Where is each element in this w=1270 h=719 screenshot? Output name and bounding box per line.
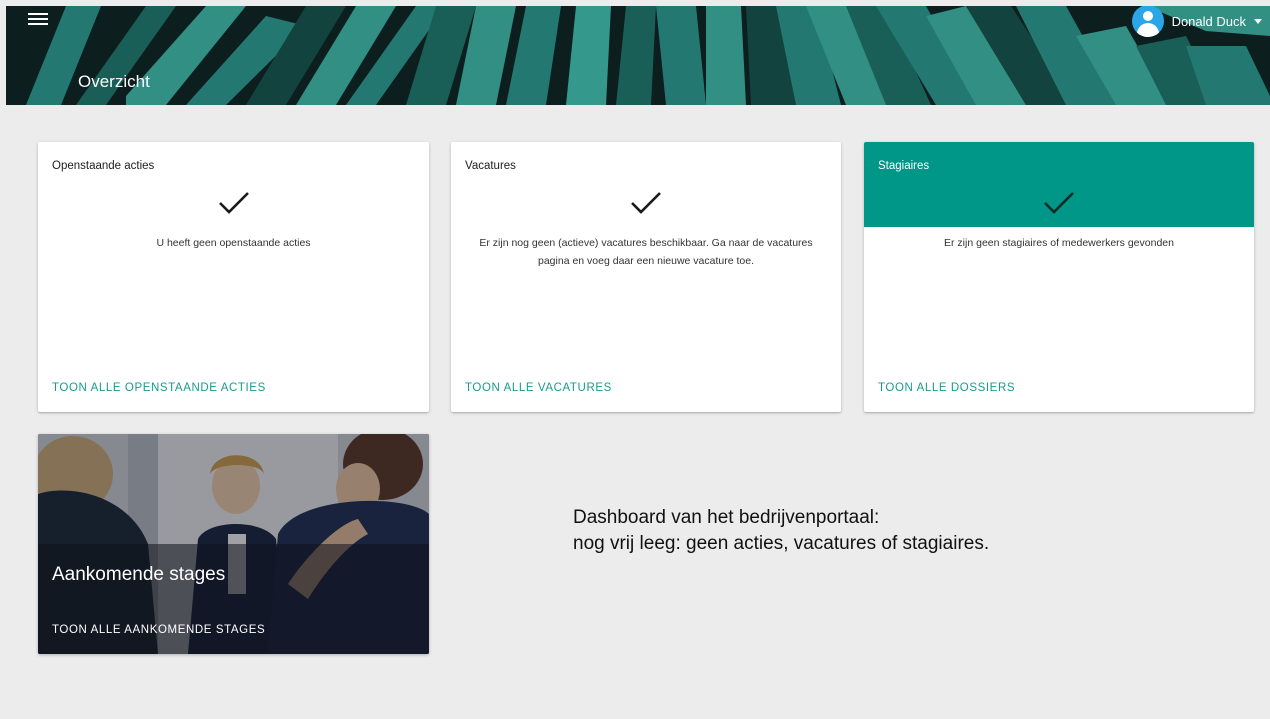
checkmark-icon [1044, 192, 1074, 214]
card-title: Vacatures [465, 160, 516, 172]
card-stagiaires: Stagiaires Er zijn geen stagiaires of me… [864, 142, 1254, 412]
meeting-photo-image [38, 434, 429, 654]
annotation-line-1: Dashboard van het bedrijvenportaal: [573, 507, 880, 528]
card-title: Aankomende stages [52, 564, 226, 585]
annotation-line-2: nog vrij leeg: geen acties, vacatures of… [573, 533, 990, 554]
hamburger-menu-icon[interactable] [28, 10, 48, 28]
card-title: Stagiaires [878, 160, 930, 172]
page-title: Overzicht [78, 72, 150, 91]
dashboard-page: Overzicht Donald Duck Openstaande acties… [0, 0, 1270, 719]
card-title: Openstaande acties [52, 160, 155, 172]
user-avatar-icon [1131, 6, 1164, 37]
show-all-upcoming-internships-link[interactable]: TOON ALLE AANKOMENDE STAGES [52, 624, 265, 636]
card-vacatures: Vacatures Er zijn nog geen (actieve) vac… [451, 142, 841, 412]
show-all-dossiers-link[interactable]: TOON ALLE DOSSIERS [878, 382, 1015, 394]
show-all-vacancies-link[interactable]: TOON ALLE VACATURES [465, 382, 612, 394]
card-message: Er zijn geen stagiaires of medewerkers g… [944, 237, 1174, 249]
annotation-text: Dashboard van het bedrijvenportaal: nog … [573, 505, 989, 557]
card-aankomende-stages[interactable]: Aankomende stages TOON ALLE AANKOMENDE S… [38, 434, 429, 654]
caret-down-icon [1254, 18, 1262, 24]
checkmark-icon [631, 192, 661, 214]
card-message: Er zijn nog geen (actieve) vacatures bes… [479, 237, 813, 267]
user-menu[interactable]: Donald Duck [1131, 6, 1262, 37]
header-banner: Overzicht Donald Duck [6, 6, 1270, 105]
card-openstaande-acties: Openstaande acties U heeft geen openstaa… [38, 142, 429, 412]
banner-background-image [6, 6, 1270, 105]
checkmark-icon [218, 192, 249, 214]
show-all-actions-link[interactable]: TOON ALLE OPENSTAANDE ACTIES [52, 382, 266, 394]
card-message: U heeft geen openstaande acties [156, 237, 311, 249]
user-name: Donald Duck [1171, 13, 1246, 29]
